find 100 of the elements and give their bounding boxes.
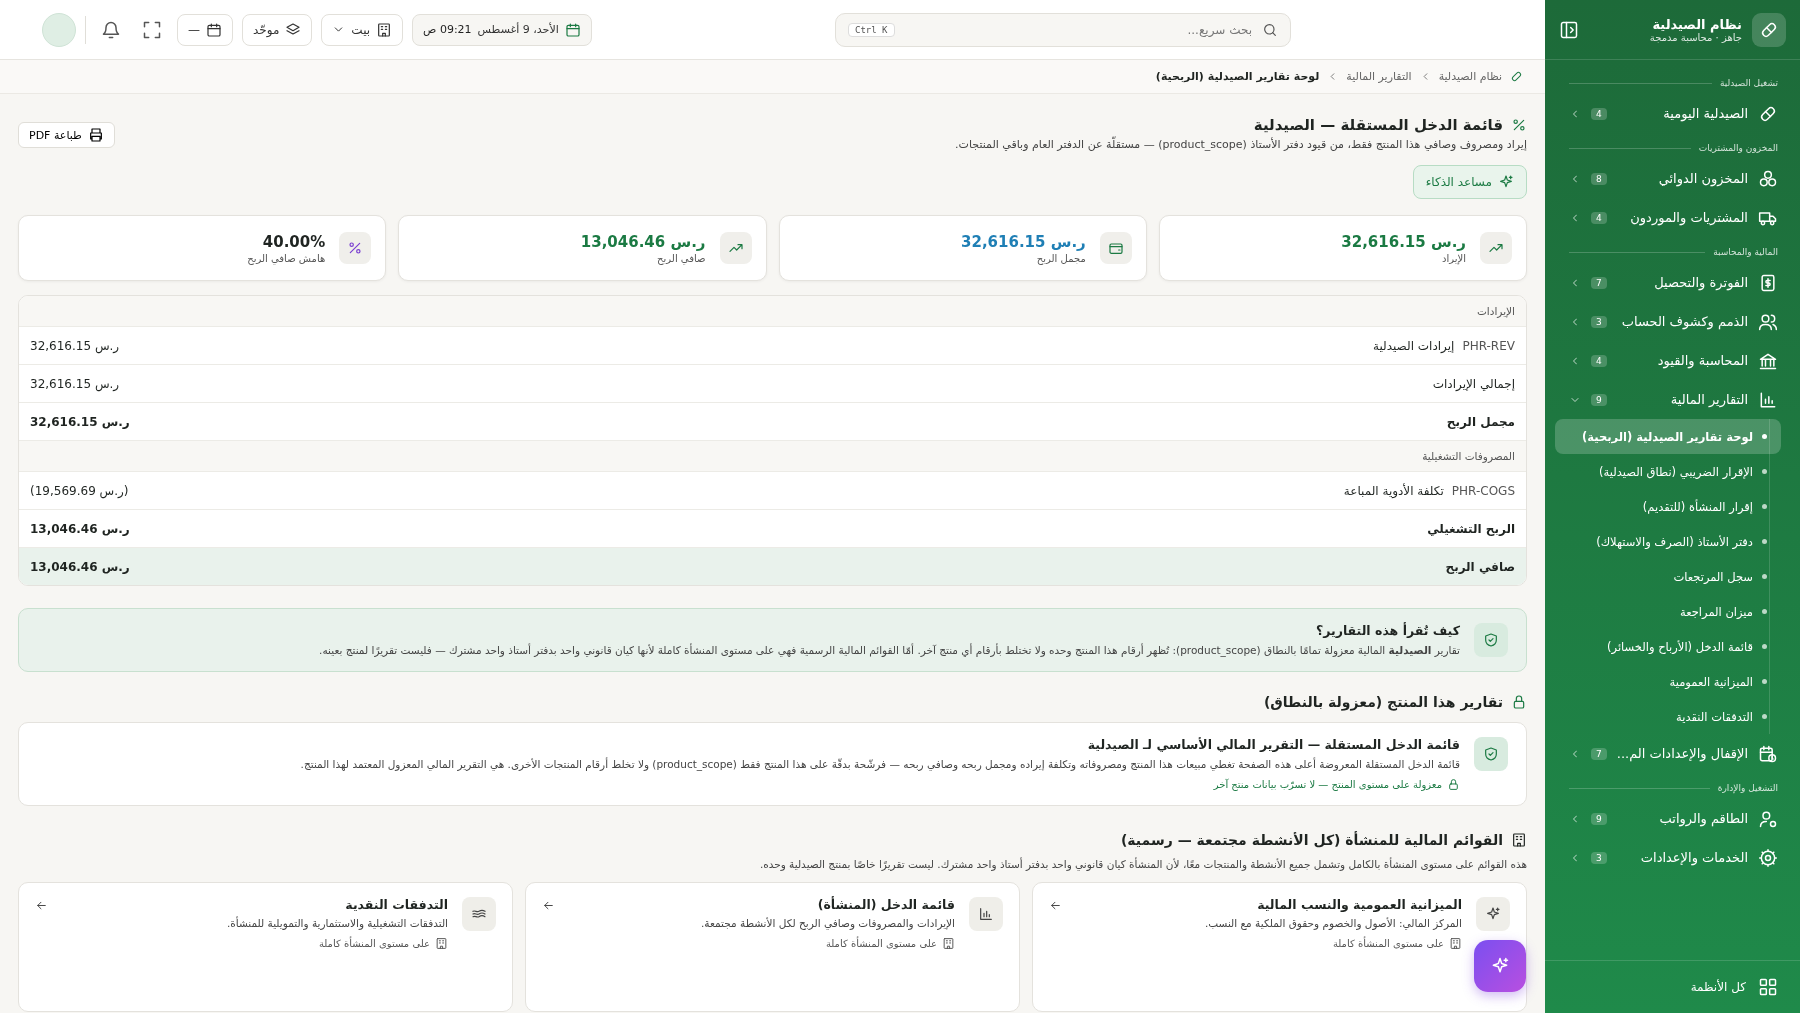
row-label: صافي الربح bbox=[1445, 559, 1515, 574]
count-badge: 3 bbox=[1591, 315, 1607, 328]
breadcrumb-item[interactable]: التقارير المالية bbox=[1346, 70, 1412, 83]
statement-card[interactable]: التدفقات النقدية التدفقات التشغيلية والاستثمارية والتمويلية للمنشأة. على مستوى المنشأة كاملة bbox=[18, 882, 513, 1012]
section-heading: المالية والمحاسبة bbox=[1713, 247, 1778, 257]
submenu-item[interactable]: قائمة الدخل (الأرباح والخسائر) bbox=[1555, 629, 1781, 664]
kpi-label: مجمل الربح bbox=[1035, 252, 1086, 264]
kpi-value: ر.س 13,046.46 bbox=[580, 232, 706, 251]
arrow-left-icon bbox=[35, 899, 48, 912]
submenu-item[interactable]: الإقرار الضريبي (نطاق الصيدلية) bbox=[1555, 454, 1781, 489]
submenu-item[interactable]: التدفقات النقدية bbox=[1555, 699, 1781, 734]
card-title: الميزانية العمومية والنسب المالية bbox=[1256, 897, 1462, 912]
mode-button[interactable]: موحّد bbox=[242, 13, 313, 46]
all-systems-link[interactable]: كل الأنظمة bbox=[1545, 960, 1800, 1013]
count-badge: 4 bbox=[1591, 354, 1607, 367]
section-heading: المخزون والمشتريات bbox=[1698, 143, 1778, 153]
row-label: الربح التشغيلي bbox=[1427, 521, 1515, 536]
card-text: قائمة الدخل المستقلة المعروضة أعلى هذه الصفحة تغطي مبيعات هذا المنتج ومصروفاته وتكلفة إيراده ومجمل ربحه وصافي ربحه — فرشّحة بدقّة على هذا المنتج فقط (product_scope) ولا تخلط أرقام المنتجات الأخرى. هي التقرير المالي المعزول المعتمد لهذا المنتج. bbox=[299, 758, 1460, 770]
count-badge: 4 bbox=[1591, 211, 1607, 224]
print-pdf-button[interactable]: طباعة PDF bbox=[18, 122, 115, 148]
ai-assistant-button[interactable]: مساعد الذكاء bbox=[1412, 165, 1527, 199]
scope-label: على مستوى المنشأة كاملة bbox=[825, 938, 937, 949]
calendar-clock-icon bbox=[1758, 743, 1778, 764]
count-badge: 7 bbox=[1591, 747, 1607, 760]
lock-icon bbox=[1447, 778, 1460, 791]
section-description: هذه القوائم على مستوى المنشأة بالكامل وتشمل جميع الأنشطة والمنتجات معًا، لأن المنشأة كيان قانوني واحد بدفتر أستاذ واحد مشترك. ليست تقريرًا خاصًا بمنتج الصيدلية وحده. bbox=[758, 858, 1527, 870]
row-label: إجمالي الإيرادات bbox=[1432, 376, 1515, 391]
shield-check-icon bbox=[1483, 746, 1499, 762]
kpi-label: هامش صافي الربح bbox=[247, 252, 326, 264]
app-subtitle: جاهز · محاسبة مدمجة bbox=[1648, 31, 1742, 43]
wallet-icon bbox=[1107, 240, 1124, 256]
sparkle-icon bbox=[1498, 174, 1514, 190]
boxes-icon bbox=[1758, 168, 1778, 189]
row-label: المصروفات التشغيلية bbox=[1422, 450, 1515, 462]
amount-cell: ر.س 13,046.46 bbox=[30, 521, 130, 536]
building-icon bbox=[942, 937, 955, 950]
kpi-value: ر.س 32,616.15 bbox=[1341, 232, 1466, 251]
info-title: كيف تُقرأ هذه التقارير؟ bbox=[1314, 623, 1460, 638]
date-chip[interactable]: الأحد، 9 أغسطس 09:21 ص bbox=[412, 13, 592, 46]
account-code: PHR-COGS bbox=[1451, 483, 1515, 498]
scope-tag: معزولة على مستوى المنتج — لا تسرّب بيانات منتج آخر bbox=[1213, 779, 1442, 790]
kpi-value: 40.00% bbox=[261, 232, 326, 251]
collapse-sidebar-button[interactable] bbox=[1559, 19, 1579, 40]
submenu-item[interactable]: ميزان المراجعة bbox=[1555, 594, 1781, 629]
ai-sparkle-button[interactable] bbox=[1474, 940, 1526, 992]
branch-dropdown[interactable]: بيت bbox=[321, 13, 404, 46]
submenu-item[interactable]: سجل المرتجعات bbox=[1555, 559, 1781, 594]
amount-cell: ر.س 32,616.15 bbox=[30, 414, 130, 429]
time-text: 09:21 ص bbox=[423, 23, 472, 36]
account-code: PHR-REV bbox=[1462, 338, 1515, 353]
percent-icon bbox=[347, 240, 364, 256]
scope-label: على مستوى المنشأة كاملة bbox=[318, 938, 430, 949]
row-label: إيرادات الصيدلية bbox=[1372, 338, 1455, 353]
search-input[interactable]: بحث سريع... bbox=[902, 21, 1254, 38]
count-badge: 9 bbox=[1591, 393, 1607, 406]
calendar-icon bbox=[564, 21, 581, 38]
card-text: الإيرادات والمصروفات وصافي الربح لكل الأنشطة مجتمعة. bbox=[700, 917, 955, 929]
count-badge: 7 bbox=[1591, 276, 1607, 289]
lock-icon bbox=[1511, 694, 1527, 710]
count-badge: 4 bbox=[1591, 107, 1607, 120]
count-badge: 9 bbox=[1591, 812, 1607, 825]
building-icon bbox=[435, 937, 448, 950]
sparkle-icon bbox=[1485, 906, 1501, 922]
card-title: قائمة الدخل المستقلة — التقرير المالي الأساسي لـ الصيدلية bbox=[1086, 737, 1460, 752]
grid-icon bbox=[1758, 977, 1778, 997]
period-button[interactable]: — bbox=[177, 13, 233, 46]
amount-cell: ر.س 32,616.15 bbox=[30, 338, 120, 353]
arrow-left-icon bbox=[542, 899, 555, 912]
submenu-item[interactable]: لوحة تقارير الصيدلية (الربحية) bbox=[1555, 419, 1781, 454]
submenu-item[interactable]: الميزانية العمومية bbox=[1555, 664, 1781, 699]
settings-icon bbox=[1758, 847, 1778, 868]
section-heading: تشغيل الصيدلية bbox=[1719, 78, 1778, 88]
amount-cell: ر.س 13,046.46 bbox=[30, 559, 130, 574]
kpi-label: صافي الربح bbox=[656, 252, 706, 264]
info-text: تقارير الصيدلية المالية معزولة تمامًا بالنطاق (product_scope): تُظهر أرقام هذا المنتج وحده ولا تختلط بأرقام أي منتج آخر. أمّا القوائم المالية الرسمية فهي على مستوى المنشأة كاملة لأنها كيان قانوني واحد بدفتر أستاذ واحد مشترك — فليست تقريرًا لمنتج بعينه. bbox=[319, 644, 1460, 656]
bell-icon bbox=[101, 19, 121, 40]
percent-icon bbox=[1511, 117, 1527, 133]
statement-card[interactable]: قائمة الدخل (المنشأة) الإيرادات والمصروفات وصافي الربح لكل الأنشطة مجتمعة. على مستوى المنشأة كاملة bbox=[525, 882, 1020, 1012]
page-subtitle: إيراد ومصروف وصافي هذا المنتج فقط، من قيود دفتر الأستاذ (product_scope) — مستقلّة عن الدفتر العام وباقي المنتجات. bbox=[955, 138, 1527, 151]
building-icon bbox=[1449, 937, 1462, 950]
building-icon bbox=[376, 21, 393, 38]
row-label: الإيرادات bbox=[1476, 305, 1515, 317]
shortcut-hint: Ctrl K bbox=[848, 22, 895, 37]
card-title: قائمة الدخل (المنشأة) bbox=[816, 897, 955, 912]
app-title: نظام الصيدلية bbox=[1651, 16, 1742, 32]
sidebar-panel-icon bbox=[1559, 19, 1579, 40]
report-card[interactable] bbox=[18, 722, 1527, 806]
bar-chart-icon bbox=[978, 906, 994, 922]
submenu-item[interactable]: إقرار المنشأة (للتقديم) bbox=[1555, 489, 1781, 524]
kpi-label: الإيراد bbox=[1441, 252, 1466, 264]
submenu-item[interactable]: دفتر الأستاذ (الصرف والاستهلاك) bbox=[1555, 524, 1781, 559]
card-text: التدفقات التشغيلية والاستثمارية والتمويلية للمنشأة. bbox=[225, 917, 448, 929]
row-label: مجمل الربح bbox=[1446, 414, 1515, 429]
breadcrumb-item[interactable]: لوحة تقارير الصيدلية (الربحية) bbox=[1155, 70, 1320, 83]
breadcrumb-item[interactable]: نظام الصيدلية bbox=[1438, 70, 1502, 83]
receipt-icon bbox=[1758, 272, 1778, 293]
statement-card[interactable]: الميزانية العمومية والنسب المالية المركز المالي: الأصول والخصوم وحقوق الملكية مع النسب. على مستوى المنشأة كاملة bbox=[1032, 882, 1527, 1012]
amount-cell: ر.س 32,616.15 bbox=[30, 376, 120, 391]
card-title: التدفقات النقدية bbox=[344, 897, 448, 912]
row-label: تكلفة الأدوية المباعة bbox=[1343, 483, 1444, 498]
